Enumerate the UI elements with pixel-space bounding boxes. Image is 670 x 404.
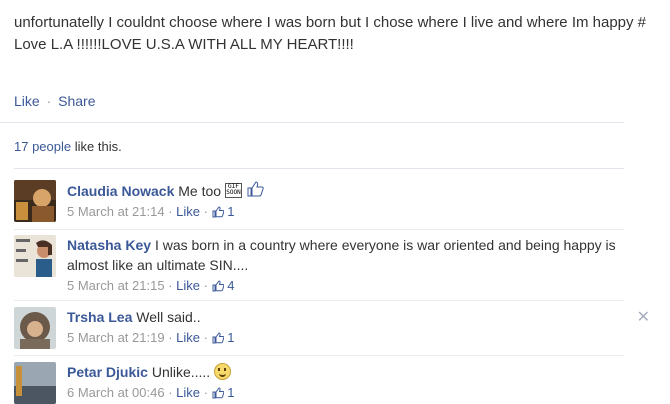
- comment-timestamp[interactable]: 5 March at 21:15: [67, 278, 165, 293]
- comments-divider: [14, 168, 624, 169]
- comment-meta: 5 March at 21:19 · Like · 1: [67, 330, 235, 345]
- like-count-icon: [212, 206, 224, 218]
- comment-separator: [14, 355, 624, 356]
- post-actions: Like · Share: [14, 93, 96, 109]
- comment-author[interactable]: Trsha Lea: [67, 309, 132, 325]
- comment-meta: 5 March at 21:14 · Like · 1: [67, 204, 235, 219]
- avatar[interactable]: [14, 362, 56, 404]
- thumbs-up-emoticon-icon: [247, 181, 264, 197]
- avatar[interactable]: [14, 235, 56, 277]
- like-count-icon: [212, 332, 224, 344]
- comment-like-link[interactable]: Like: [176, 330, 200, 345]
- avatar[interactable]: [14, 307, 56, 349]
- comment-like-count[interactable]: 1: [227, 204, 234, 219]
- share-link[interactable]: Share: [58, 93, 95, 109]
- ufi-box-divider: [0, 122, 624, 123]
- comment-meta: 5 March at 21:15 · Like · 4: [67, 278, 235, 293]
- separator-dot: ·: [46, 93, 52, 109]
- comment-like-count[interactable]: 4: [227, 278, 234, 293]
- comment-author[interactable]: Natasha Key: [67, 237, 151, 253]
- smiley-emoticon-icon: [214, 363, 232, 380]
- likers-link[interactable]: 17 people: [14, 139, 71, 154]
- like-link[interactable]: Like: [14, 93, 40, 109]
- comment-timestamp[interactable]: 6 March at 00:46: [67, 385, 165, 400]
- like-count-icon: [212, 387, 224, 399]
- likes-summary: 17 people like this.: [14, 139, 122, 154]
- gif-sticker-icon: GIF SOON: [224, 183, 242, 198]
- comment-author[interactable]: Claudia Nowack: [67, 183, 174, 199]
- comment-like-link[interactable]: Like: [176, 278, 200, 293]
- comment-like-link[interactable]: Like: [176, 385, 200, 400]
- post-text: unfortunatelly I couldnt choose where I …: [14, 14, 647, 53]
- comment-timestamp[interactable]: 5 March at 21:19: [67, 330, 165, 345]
- like-count-icon: [212, 280, 224, 292]
- comment-text: Me too: [178, 183, 222, 199]
- comment-timestamp[interactable]: 5 March at 21:14: [67, 204, 165, 219]
- comment-like-count[interactable]: 1: [227, 385, 234, 400]
- comment-separator: [14, 229, 624, 230]
- comment-separator: [14, 300, 624, 301]
- avatar[interactable]: [14, 180, 56, 222]
- comment-text: Unlike.....: [151, 364, 211, 380]
- likes-suffix: like this.: [71, 139, 122, 154]
- comment-like-link[interactable]: Like: [176, 204, 200, 219]
- comment-author[interactable]: Petar Djukic: [67, 364, 148, 380]
- comment-meta: 6 March at 00:46 · Like · 1: [67, 385, 235, 400]
- remove-comment-icon[interactable]: ✕: [637, 307, 650, 327]
- comment-text: Well said..: [136, 309, 201, 325]
- comment-like-count[interactable]: 1: [227, 330, 234, 345]
